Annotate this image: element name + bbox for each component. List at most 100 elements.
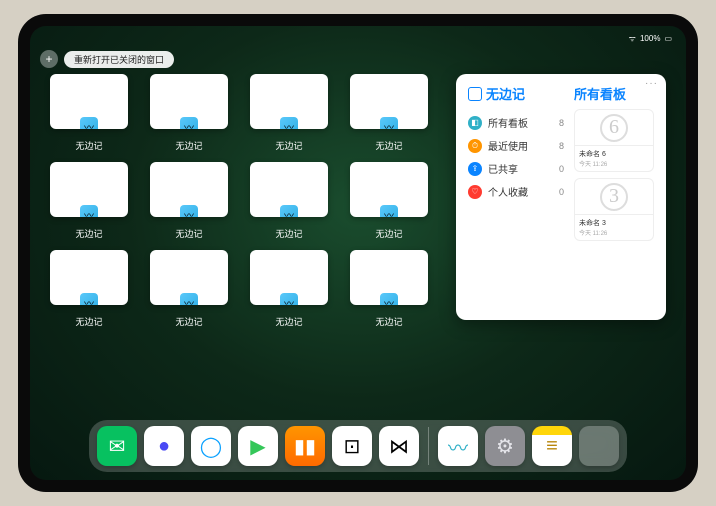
panel-title-icon	[468, 87, 482, 101]
window-label: 无边记	[275, 227, 302, 240]
battery-icon: ▭	[664, 34, 672, 43]
sidebar-item-icon: ◧	[468, 116, 482, 130]
app-badge-icon: 〰	[280, 117, 298, 129]
sidebar-item-icon: ♡	[468, 185, 482, 199]
app-badge-icon: 〰	[280, 205, 298, 217]
sidebar-item[interactable]: ⇪ 已共享 0	[468, 157, 564, 180]
app-badge-icon: 〰	[180, 205, 198, 217]
status-bar: ᯤ 100% ▭	[30, 30, 686, 46]
app-window[interactable]: 〰无边记	[150, 250, 228, 328]
connect-icon[interactable]: ⋈	[379, 426, 419, 466]
window-label: 无边记	[375, 315, 402, 328]
panel-sidebar: 无边记 ◧ 所有看板 8 ⏱ 最近使用 8 ⇪ 已共享 0 ♡ 个人收藏 0	[468, 84, 564, 310]
app-badge-icon: 〰	[180, 117, 198, 129]
board-card[interactable]: 6未命名 6今天 11:26	[574, 109, 654, 172]
panel-title: 无边记	[468, 84, 564, 103]
app-window[interactable]: 〰无边记	[50, 250, 128, 328]
board-date: 今天 11:26	[579, 228, 649, 237]
app-window[interactable]: 〰无边记	[150, 74, 228, 152]
dock-divider	[428, 427, 429, 465]
window-label: 无边记	[75, 227, 102, 240]
app-window[interactable]: 〰无边记	[150, 162, 228, 240]
board-date: 今天 11:26	[579, 159, 649, 168]
ipad-frame: ᯤ 100% ▭ + 重新打开已关闭的窗口 〰无边记〰无边记〰无边记〰无边记〰无…	[18, 14, 698, 492]
window-thumbnail: 〰	[350, 162, 428, 217]
notes-icon[interactable]: ≡	[532, 426, 572, 466]
status-right: ᯤ 100% ▭	[629, 33, 672, 44]
window-label: 无边记	[275, 139, 302, 152]
app-window[interactable]: 〰无边记	[250, 250, 328, 328]
app-badge-icon: 〰	[380, 205, 398, 217]
app-window[interactable]: 〰无边记	[350, 250, 428, 328]
dock: ✉●◯▶▮▮⊡⋈ 〰⚙≡	[89, 420, 627, 472]
sidebar-item-count: 0	[559, 187, 564, 197]
reopen-closed-window-button[interactable]: 重新打开已关闭的窗口	[64, 51, 174, 68]
window-label: 无边记	[75, 139, 102, 152]
window-grid: 〰无边记〰无边记〰无边记〰无边记〰无边记〰无边记〰无边记〰无边记〰无边记〰无边记…	[50, 74, 432, 418]
wechat-icon[interactable]: ✉	[97, 426, 137, 466]
window-thumbnail: 〰	[50, 74, 128, 129]
freeform-panel: ··· 无边记 ◧ 所有看板 8 ⏱ 最近使用 8 ⇪ 已共享 0 ♡ 个人收藏 0 所有看板 6 未命…	[456, 74, 666, 320]
window-thumbnail: 〰	[350, 74, 428, 129]
settings-icon[interactable]: ⚙	[485, 426, 525, 466]
screen: ᯤ 100% ▭ + 重新打开已关闭的窗口 〰无边记〰无边记〰无边记〰无边记〰无…	[30, 26, 686, 480]
window-thumbnail: 〰	[150, 162, 228, 217]
dock-folder[interactable]	[579, 426, 619, 466]
sidebar-item-count: 8	[559, 141, 564, 151]
app-badge-icon: 〰	[80, 117, 98, 129]
window-label: 无边记	[375, 227, 402, 240]
content-area: 〰无边记〰无边记〰无边记〰无边记〰无边记〰无边记〰无边记〰无边记〰无边记〰无边记…	[50, 74, 666, 418]
app-window[interactable]: 〰无边记	[250, 162, 328, 240]
sidebar-item-label: 个人收藏	[488, 184, 528, 199]
window-thumbnail: 〰	[150, 250, 228, 305]
window-thumbnail: 〰	[350, 250, 428, 305]
board-card[interactable]: 3 未命名 3今天 11:26	[574, 178, 654, 241]
app-badge-icon: 〰	[280, 293, 298, 305]
app-badge-icon: 〰	[380, 293, 398, 305]
window-thumbnail: 〰	[250, 250, 328, 305]
app-window[interactable]: 〰无边记	[50, 162, 128, 240]
boards-column: 所有看板 6未命名 6今天 11:263未命名 3今天 11:26	[574, 84, 654, 310]
window-label: 无边记	[175, 315, 202, 328]
app-window[interactable]: 〰无边记	[350, 162, 428, 240]
app-badge-icon: 〰	[80, 293, 98, 305]
app-window[interactable]: 〰无边记	[250, 74, 328, 152]
window-label: 无边记	[275, 315, 302, 328]
app-badge-icon: 〰	[80, 205, 98, 217]
dice-icon[interactable]: ⊡	[332, 426, 372, 466]
books-icon[interactable]: ▮▮	[285, 426, 325, 466]
freeform-icon[interactable]: 〰	[438, 426, 478, 466]
sidebar-item-icon: ⏱	[468, 139, 482, 153]
sidebar-item-label: 所有看板	[488, 115, 528, 130]
sidebar-item[interactable]: ◧ 所有看板 8	[468, 111, 564, 134]
window-label: 无边记	[75, 315, 102, 328]
sidebar-item-count: 0	[559, 164, 564, 174]
sidebar-item[interactable]: ♡ 个人收藏 0	[468, 180, 564, 203]
window-thumbnail: 〰	[50, 250, 128, 305]
board-preview: 3	[575, 179, 653, 215]
sidebar-item-label: 已共享	[488, 161, 518, 176]
window-thumbnail: 〰	[250, 162, 328, 217]
app-window[interactable]: 〰无边记	[350, 74, 428, 152]
window-label: 无边记	[375, 139, 402, 152]
panel-title-text: 无边记	[486, 84, 525, 103]
qqbrowser-icon[interactable]: ◯	[191, 426, 231, 466]
window-label: 无边记	[175, 227, 202, 240]
panel-more-button[interactable]: ···	[645, 78, 658, 89]
window-thumbnail: 〰	[50, 162, 128, 217]
app-window[interactable]: 〰无边记	[50, 74, 128, 152]
sidebar-item-label: 最近使用	[488, 138, 528, 153]
quark-icon[interactable]: ●	[144, 426, 184, 466]
top-controls: + 重新打开已关闭的窗口	[40, 50, 174, 68]
sidebar-item[interactable]: ⏱ 最近使用 8	[468, 134, 564, 157]
sidebar-item-count: 8	[559, 118, 564, 128]
wifi-icon: ᯤ	[629, 33, 636, 44]
add-window-button[interactable]: +	[40, 50, 58, 68]
play-icon[interactable]: ▶	[238, 426, 278, 466]
boards-title: 所有看板	[574, 84, 654, 103]
board-preview: 6	[575, 110, 653, 146]
board-name: 未命名 3	[579, 218, 649, 228]
sidebar-item-icon: ⇪	[468, 162, 482, 176]
window-thumbnail: 〰	[150, 74, 228, 129]
window-thumbnail: 〰	[250, 74, 328, 129]
